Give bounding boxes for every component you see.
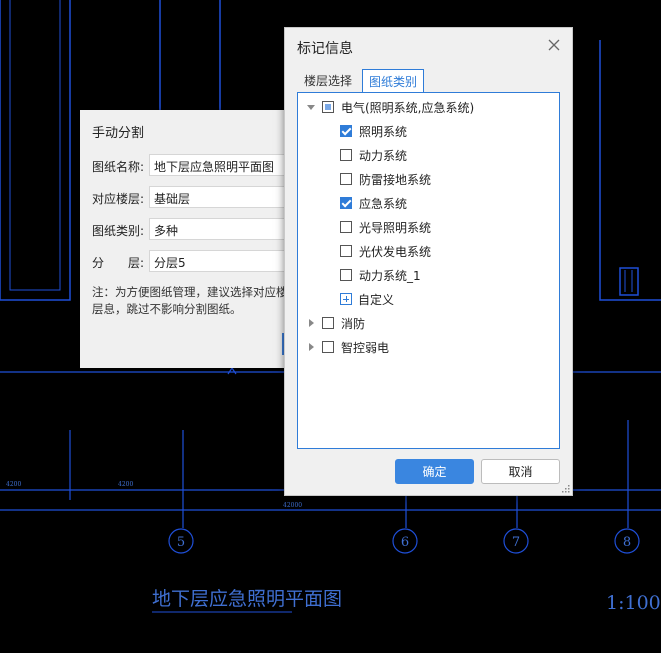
resize-grip-icon[interactable] — [562, 485, 570, 493]
close-icon[interactable] — [546, 37, 562, 53]
lightning-protection-checkbox[interactable] — [340, 173, 352, 185]
tree-item-label: 光导照明系统 — [359, 220, 432, 235]
tree-node-label: 电气(照明系统,应急系统) — [341, 100, 475, 115]
tree-item-label: 防雷接地系统 — [359, 172, 432, 187]
tree-item-custom-add[interactable]: 自定义 — [340, 289, 394, 309]
photovoltaic-checkbox[interactable] — [340, 245, 352, 257]
cancel-button[interactable]: 取消 — [481, 459, 560, 484]
tree-item-label: 应急系统 — [359, 196, 408, 211]
emergency-checkbox[interactable] — [340, 197, 352, 209]
weak-current-checkbox[interactable] — [322, 341, 334, 353]
collapse-arrow-icon[interactable] — [306, 342, 316, 352]
tree-node-weak-current[interactable]: 智控弱电 — [306, 337, 389, 357]
tree-node-fire[interactable]: 消防 — [306, 313, 365, 333]
category-tree: 电气(照明系统,应急系统) 照明系统 动力系统 防雷接地系统 应急系统 光导照明… — [297, 92, 560, 449]
tree-item-power[interactable]: 动力系统 — [340, 145, 407, 165]
axis-label-5: 5 — [177, 535, 185, 550]
add-icon[interactable] — [340, 293, 352, 305]
dimension-label: 42000 — [283, 502, 302, 509]
drawing-scale: 1:100 — [606, 592, 661, 614]
fire-checkbox[interactable] — [322, 317, 334, 329]
tree-item-label: 照明系统 — [359, 124, 408, 139]
tree-item-lightning-protection[interactable]: 防雷接地系统 — [340, 169, 431, 189]
tree-item-emergency[interactable]: 应急系统 — [340, 193, 407, 213]
tree-item-lighting[interactable]: 照明系统 — [340, 121, 407, 141]
layer-label: 分 层: — [92, 256, 145, 270]
tree-node-electric[interactable]: 电气(照明系统,应急系统) — [306, 97, 474, 117]
floor-label: 对应楼层: — [92, 192, 145, 206]
mark-info-dialog: 标记信息 楼层选择 图纸类别 电气(照明系统,应急系统) 照明系统 动力系统 防… — [284, 27, 573, 496]
tree-node-label: 消防 — [341, 316, 366, 331]
tree-item-light-guide[interactable]: 光导照明系统 — [340, 217, 431, 237]
axis-label-6: 6 — [401, 535, 409, 550]
axis-label-7: 7 — [512, 535, 520, 550]
power-1-checkbox[interactable] — [340, 269, 352, 281]
split-dialog-title: 手动分割 — [92, 126, 145, 141]
split-note: 注：为方便图纸管理，建议选择对应楼层息，跳过不影响分割图纸。 — [92, 285, 288, 316]
floor-row: 对应楼层: 基础层 — [92, 186, 309, 210]
drawing-name-row: 图纸名称: 地下层应急照明平面图 — [92, 154, 309, 178]
tree-item-label: 动力系统_1 — [359, 268, 421, 283]
tree-node-label: 智控弱电 — [341, 340, 390, 355]
tab-floor-select[interactable]: 楼层选择 — [298, 69, 358, 93]
power-checkbox[interactable] — [340, 149, 352, 161]
lighting-checkbox[interactable] — [340, 125, 352, 137]
dimension-label: 4200 — [6, 481, 21, 488]
tree-item-label: 光伏发电系统 — [359, 244, 432, 259]
category-row: 图纸类别: 多种 — [92, 218, 309, 242]
expand-arrow-icon[interactable] — [306, 102, 316, 112]
tree-item-label: 动力系统 — [359, 148, 408, 163]
axis-label-8: 8 — [623, 535, 631, 550]
dimension-label: 4200 — [118, 481, 133, 488]
electric-checkbox[interactable] — [322, 101, 334, 113]
tree-item-power-1[interactable]: 动力系统_1 — [340, 265, 421, 285]
light-guide-checkbox[interactable] — [340, 221, 352, 233]
collapse-arrow-icon[interactable] — [306, 318, 316, 328]
dialog-title: 标记信息 — [297, 41, 353, 57]
category-label: 图纸类别: — [92, 224, 145, 238]
tree-item-label: 自定义 — [358, 292, 395, 307]
layer-row: 分 层: 分层5 — [92, 250, 309, 274]
tree-item-photovoltaic[interactable]: 光伏发电系统 — [340, 241, 431, 261]
drawing-name-label: 图纸名称: — [92, 160, 145, 174]
ok-button[interactable]: 确定 — [395, 459, 474, 484]
drawing-title: 地下层应急照明平面图 — [152, 588, 342, 610]
manual-split-dialog: 手动分割 图纸名称: 地下层应急照明平面图 对应楼层: 基础层 图纸类别: 多种… — [80, 110, 309, 368]
